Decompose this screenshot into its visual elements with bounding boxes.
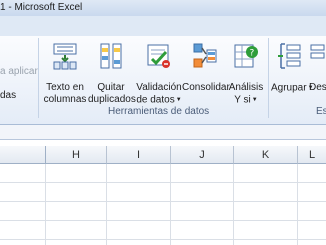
- text-to-columns-label-1: Texto en: [46, 82, 84, 93]
- ribbon: a aplicar das Texto en columnas Quitar d…: [0, 36, 326, 125]
- remove-duplicates-icon: [100, 43, 122, 69]
- grid-line: [0, 201, 326, 202]
- ungroup-label-partial: Des: [309, 82, 326, 93]
- group-label: Agrupar: [271, 82, 307, 94]
- data-validation-icon: [147, 44, 170, 68]
- what-if-analysis-icon: ?: [234, 44, 258, 68]
- group-separator: [268, 38, 269, 118]
- window-title: 1 - Microsoft Excel: [0, 2, 83, 13]
- column-header-j[interactable]: J: [171, 146, 234, 164]
- remove-duplicates-label-2: duplicados: [88, 94, 136, 105]
- text-to-columns-label-2: columnas: [43, 94, 87, 105]
- chevron-down-icon: ▼: [251, 97, 258, 103]
- what-if-analysis-label-1: Análisis: [228, 82, 264, 93]
- consolidate-icon: [193, 43, 217, 68]
- grid-line: [233, 164, 234, 245]
- group-separator: [38, 38, 39, 118]
- grid-line: [0, 182, 326, 183]
- remove-duplicates-label-1: Quitar: [97, 82, 125, 93]
- reapply-button-partial[interactable]: a aplicar: [0, 66, 38, 77]
- select-all-corner[interactable]: [0, 146, 46, 164]
- group-icon: [278, 43, 301, 69]
- what-if-analysis-button[interactable]: ? Análisis Y si▼: [228, 40, 264, 112]
- formula-bar[interactable]: [0, 125, 326, 140]
- consolidate-button[interactable]: Consolidar: [182, 40, 230, 112]
- group-label-outline-partial: Es: [316, 106, 326, 117]
- grid-line: [297, 164, 298, 245]
- grid-line: [106, 164, 107, 245]
- ungroup-button-partial[interactable]: Des: [309, 40, 326, 112]
- ribbon-tab-strip: [0, 16, 326, 37]
- title-bar: 1 - Microsoft Excel: [0, 0, 326, 16]
- data-validation-button[interactable]: Validación de datos▼: [136, 40, 182, 112]
- text-to-columns-icon: [53, 43, 77, 70]
- group-label-data-tools: Herramientas de datos: [108, 106, 210, 117]
- remove-duplicates-button[interactable]: Quitar duplicados: [88, 40, 136, 112]
- column-header-i[interactable]: I: [107, 146, 171, 164]
- advanced-button-partial[interactable]: das: [0, 90, 16, 101]
- consolidate-label: Consolidar: [182, 82, 230, 93]
- grid-line: [170, 164, 171, 245]
- chevron-down-icon: ▼: [175, 97, 182, 103]
- text-to-columns-button[interactable]: Texto en columnas: [42, 40, 88, 112]
- column-header-h[interactable]: H: [46, 146, 107, 164]
- grid-line: [45, 164, 46, 245]
- column-header-l[interactable]: L: [298, 146, 326, 164]
- grid-line: [0, 220, 326, 221]
- spreadsheet-grid: H I J K L: [0, 146, 326, 245]
- column-header-k[interactable]: K: [234, 146, 298, 164]
- grid-line: [0, 239, 326, 240]
- cell-area[interactable]: [0, 164, 326, 245]
- what-if-analysis-label-2: Y si: [234, 94, 251, 106]
- group-button[interactable]: Agrupar▼: [271, 40, 314, 112]
- data-validation-label-2: de datos: [136, 94, 175, 106]
- ungroup-icon: [310, 44, 325, 59]
- data-validation-label-1: Validación: [136, 82, 182, 93]
- svg-text:?: ?: [250, 49, 255, 59]
